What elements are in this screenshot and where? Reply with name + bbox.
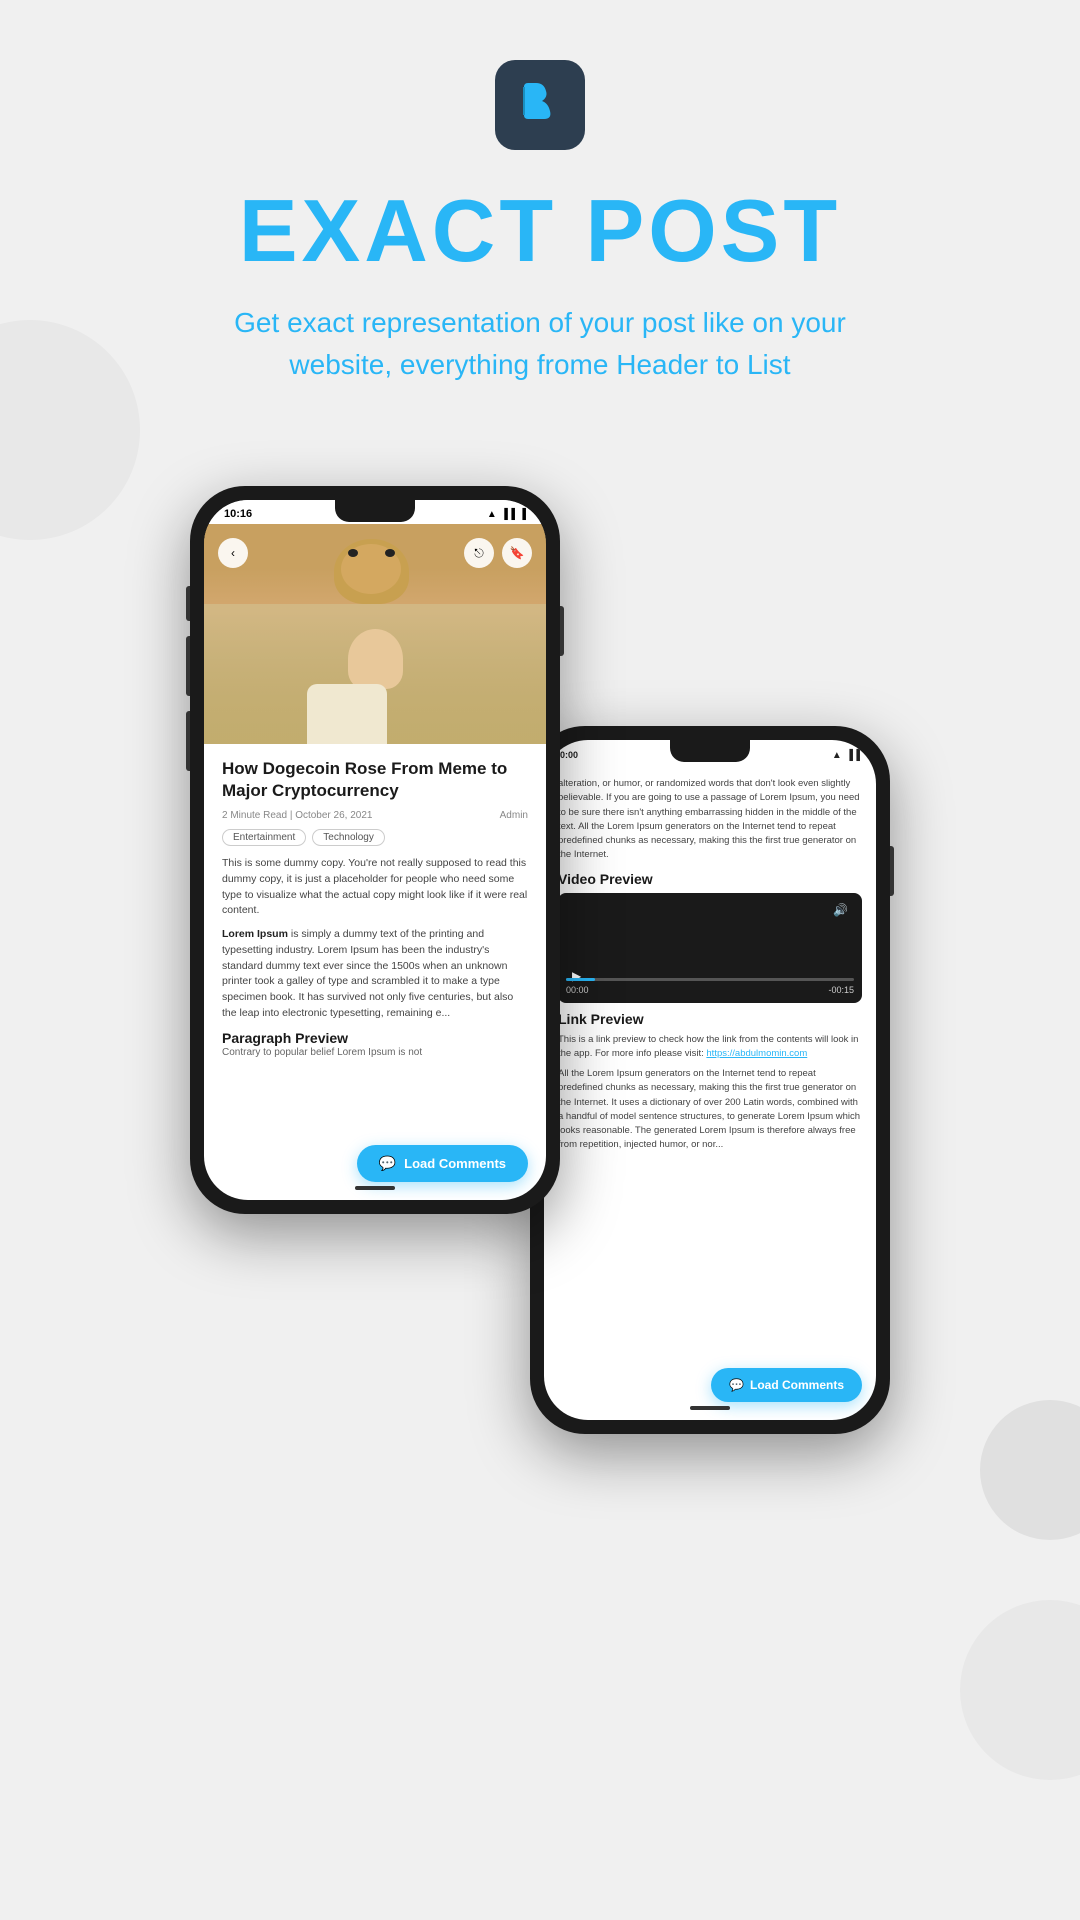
phone-left: 10:16 ▲ ▐▐ ▐: [190, 486, 560, 1214]
video-controls: 00:00 -00:15: [566, 978, 854, 995]
link-section-title: Link Preview: [544, 1003, 876, 1033]
comment-icon-right: 💬: [729, 1378, 744, 1392]
back-button[interactable]: ‹: [218, 538, 248, 568]
share-button[interactable]: ⎋: [464, 538, 494, 568]
home-indicator-left: [355, 1186, 395, 1190]
status-icons-right: ▲ ▐▐: [832, 750, 860, 761]
logo-icon: [514, 75, 566, 136]
post-body-2-text: is simply a dummy text of the printing a…: [222, 928, 513, 1019]
phone-right-screen: 0:00 ▲ ▐▐ alteration, or humor, or rando…: [544, 740, 876, 1420]
tag-technology: Technology: [312, 829, 385, 846]
link-desc-1: This is a link preview to check how the …: [558, 1033, 862, 1062]
post-image-nav: ‹ ⎋ 🔖: [204, 538, 546, 568]
phone-btn-vol-down: [186, 711, 190, 771]
right-intro-text: alteration, or humor, or randomized word…: [544, 767, 876, 863]
comment-icon-left: 💬: [379, 1155, 396, 1172]
load-comments-label-left: Load Comments: [404, 1156, 506, 1171]
link-preview: This is a link preview to check how the …: [544, 1033, 876, 1153]
right-phone-content: alteration, or humor, or randomized word…: [544, 767, 876, 1420]
logo: [495, 60, 585, 150]
post-body-2: Lorem Ipsum is simply a dummy text of th…: [222, 927, 528, 1022]
back-icon: ‹: [231, 546, 235, 560]
battery-icon-right: ▐▐: [846, 750, 860, 761]
post-action-buttons: ⎋ 🔖: [464, 538, 532, 568]
phone-btn-mute: [186, 586, 190, 621]
load-comments-button-left[interactable]: 💬 Load Comments: [357, 1145, 528, 1182]
load-comments-button-right[interactable]: 💬 Load Comments: [711, 1368, 862, 1402]
video-progress-fill: [566, 978, 595, 981]
video-time-end: -00:15: [828, 985, 854, 995]
paragraph-preview-title: Paragraph Preview: [222, 1030, 528, 1046]
bg-decoration-right: [960, 1600, 1080, 1780]
battery-icon: ▐: [519, 509, 526, 520]
post-title-left: How Dogecoin Rose From Meme to Major Cry…: [222, 758, 528, 802]
link-desc-2: All the Lorem Ipsum generators on the In…: [558, 1067, 862, 1153]
post-tags: Entertainment Technology: [222, 829, 528, 846]
page-subtitle: Get exact representation of your post li…: [190, 302, 890, 386]
post-body-1: This is some dummy copy. You're not real…: [222, 856, 528, 919]
bookmark-icon: 🔖: [510, 546, 525, 560]
phone-notch-right: [670, 740, 750, 762]
post-image: ‹ ⎋ 🔖: [204, 524, 546, 744]
page-title: EXACT POST: [239, 180, 841, 282]
status-icons-left: ▲ ▐▐ ▐: [487, 509, 526, 520]
home-indicator-right: [690, 1406, 730, 1410]
post-author: Admin: [500, 810, 528, 821]
bookmark-button[interactable]: 🔖: [502, 538, 532, 568]
phones-container: 10:16 ▲ ▐▐ ▐: [0, 446, 1080, 1434]
phone-btn-power: [560, 606, 564, 656]
status-time-left: 10:16: [224, 508, 252, 520]
wifi-icon: ▲: [487, 509, 497, 520]
video-time-start: 00:00: [566, 985, 589, 995]
phone-left-screen: 10:16 ▲ ▐▐ ▐: [204, 500, 546, 1200]
post-read-time: 2 Minute Read | October 26, 2021: [222, 810, 372, 821]
phone-right-btn-power: [890, 846, 894, 896]
video-timestamps: 00:00 -00:15: [566, 985, 854, 995]
share-icon: ⎋: [474, 546, 484, 561]
signal-icon: ▐▐: [501, 509, 515, 520]
video-progress-bar[interactable]: [566, 978, 854, 981]
post-body-3: Contrary to popular belief Lorem Ipsum i…: [222, 1046, 528, 1060]
phone-right: 0:00 ▲ ▐▐ alteration, or humor, or rando…: [530, 726, 890, 1434]
video-section-title: Video Preview: [544, 863, 876, 893]
link-url[interactable]: https://abdulmomin.com: [706, 1048, 807, 1059]
phone-notch-left: [335, 500, 415, 522]
post-meta: 2 Minute Read | October 26, 2021 Admin: [222, 810, 528, 821]
video-preview: 🔊 ▶ 00:00 -00:15: [558, 893, 862, 1003]
post-content-left: How Dogecoin Rose From Meme to Major Cry…: [204, 744, 546, 1074]
volume-icon: 🔊: [833, 903, 848, 917]
phone-btn-vol-up: [186, 636, 190, 696]
tag-entertainment: Entertainment: [222, 829, 306, 846]
status-time-right: 0:00: [560, 750, 578, 761]
load-comments-label-right: Load Comments: [750, 1378, 844, 1392]
post-body-bold: Lorem Ipsum: [222, 928, 288, 940]
page-header: EXACT POST Get exact representation of y…: [190, 0, 890, 446]
status-bar-left: 10:16 ▲ ▐▐ ▐: [204, 500, 546, 524]
wifi-icon-right: ▲: [832, 750, 842, 761]
status-bar-right: 0:00 ▲ ▐▐: [544, 740, 876, 767]
